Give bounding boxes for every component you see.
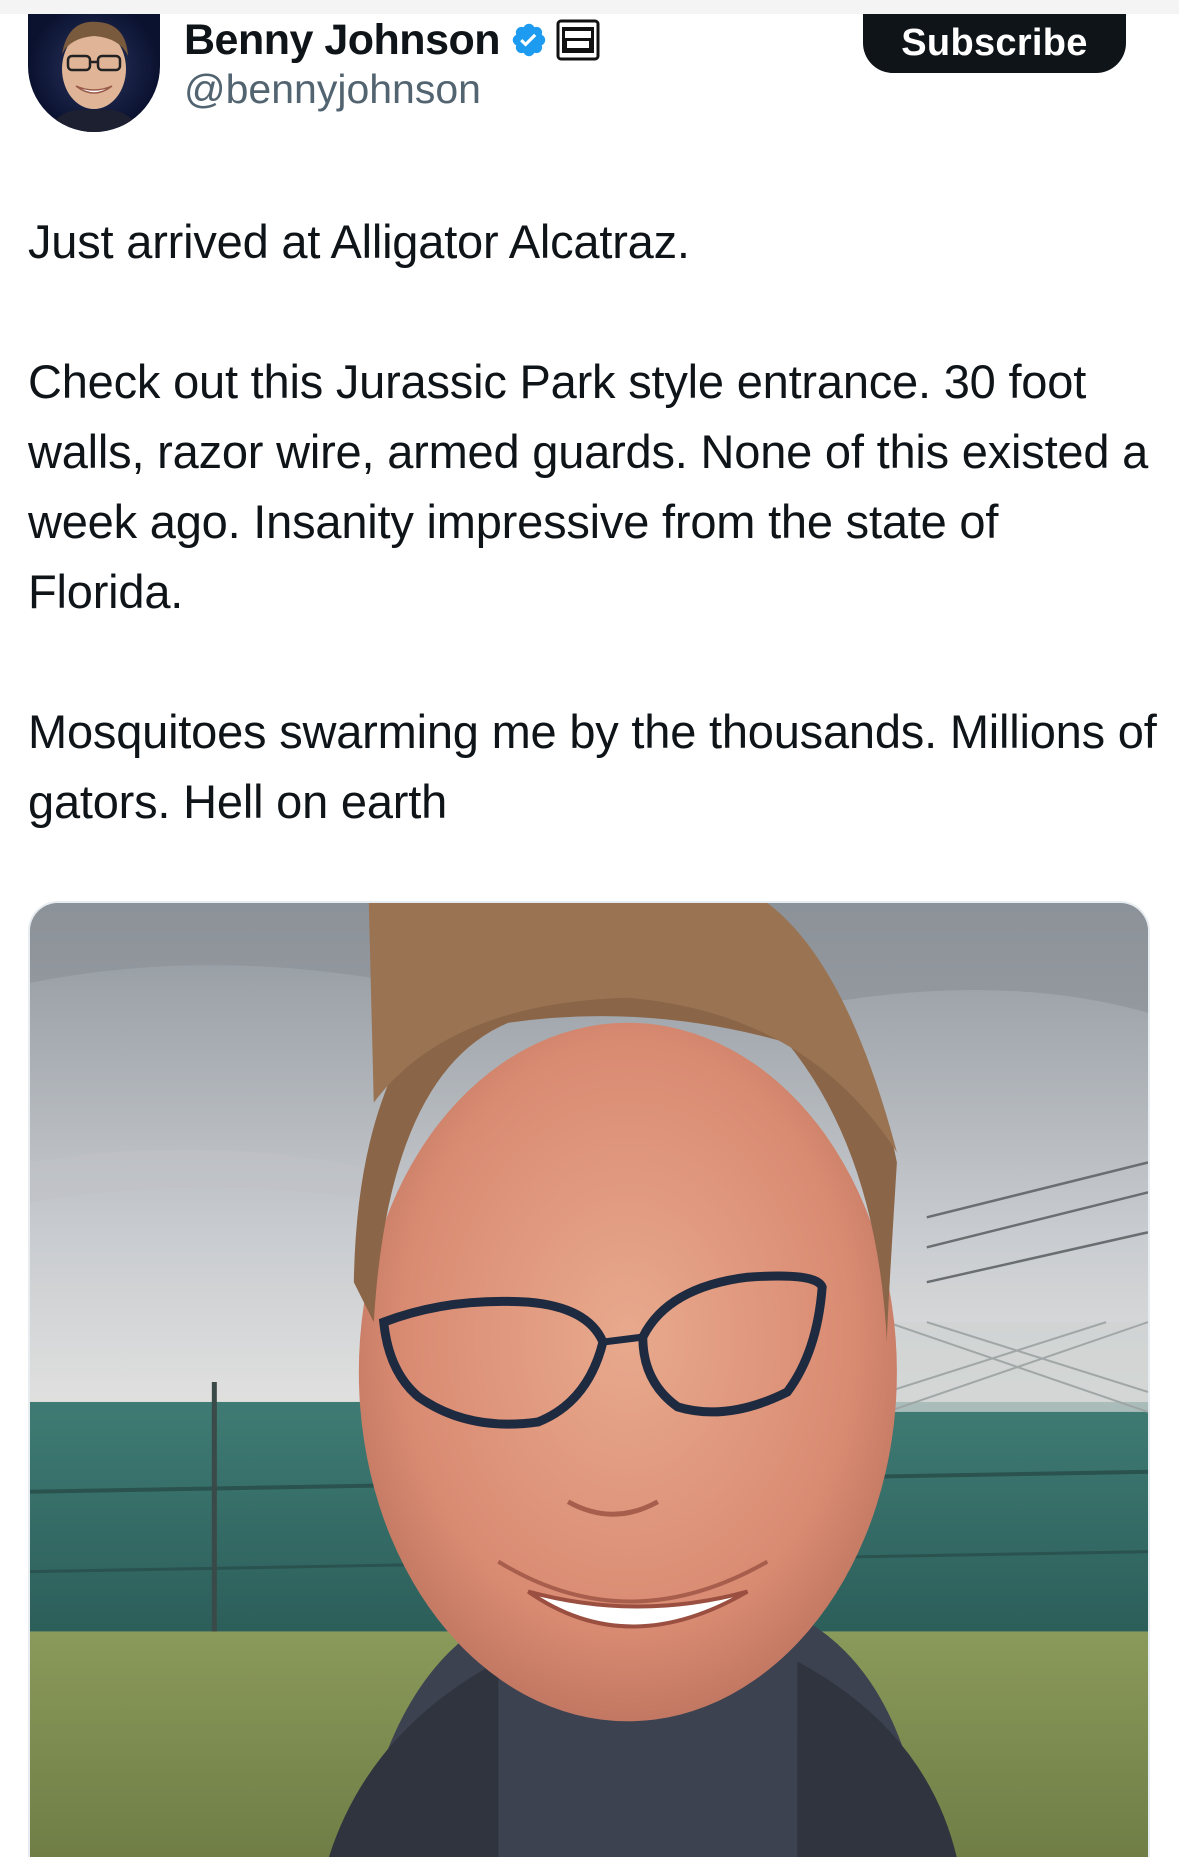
author-display-name[interactable]: Benny Johnson (184, 16, 501, 65)
tweet-text: Just arrived at Alligator Alcatraz. Chec… (28, 207, 1158, 837)
verified-badge-icon[interactable] (510, 21, 548, 59)
benny-show-badge-icon[interactable] (556, 19, 600, 61)
author-handle[interactable]: @bennyjohnson (184, 66, 481, 113)
author-name-row: Benny Johnson (184, 16, 600, 64)
avatar[interactable] (28, 14, 160, 132)
tweet-video-thumbnail[interactable] (28, 901, 1150, 1857)
top-edge-strip (0, 0, 1179, 14)
subscribe-button[interactable]: Subscribe (863, 14, 1126, 73)
tweet-paragraph: Mosquitoes swarming me by the thousands.… (28, 705, 1157, 828)
selfie-video-frame (30, 903, 1148, 1857)
tweet-paragraph: Just arrived at Alligator Alcatraz. (28, 215, 690, 268)
tweet-paragraph: Check out this Jurassic Park style entra… (28, 355, 1149, 618)
